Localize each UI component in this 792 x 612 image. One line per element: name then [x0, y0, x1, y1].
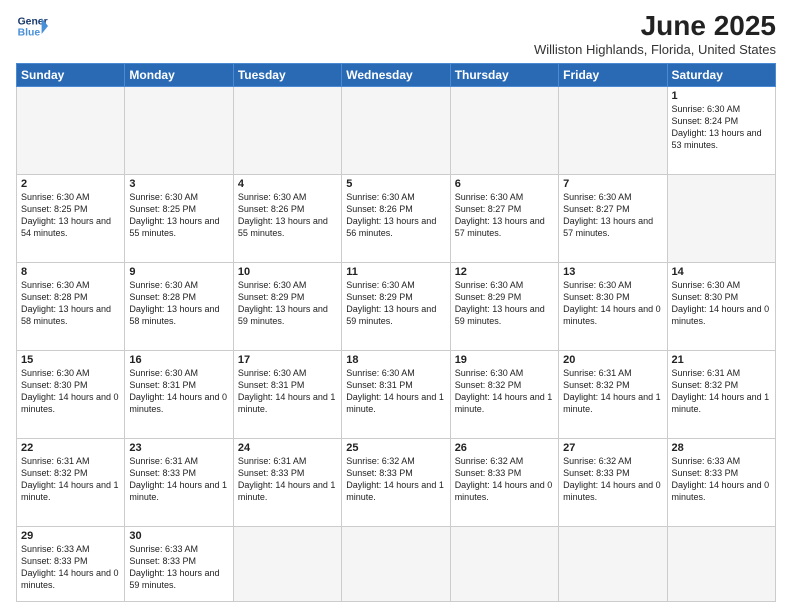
day-9: 9 Sunrise: 6:30 AMSunset: 8:28 PMDayligh…: [125, 262, 233, 350]
day-14: 14 Sunrise: 6:30 AMSunset: 8:30 PMDaylig…: [667, 262, 775, 350]
day-27: 27 Sunrise: 6:32 AMSunset: 8:33 PMDaylig…: [559, 438, 667, 526]
logo: General Blue: [16, 10, 48, 42]
day-16: 16 Sunrise: 6:30 AMSunset: 8:31 PMDaylig…: [125, 350, 233, 438]
header-sunday: Sunday: [17, 64, 125, 87]
day-1: 1 Sunrise: 6:30 AMSunset: 8:24 PMDayligh…: [667, 87, 775, 175]
days-header-row: Sunday Monday Tuesday Wednesday Thursday…: [17, 64, 776, 87]
day-15: 15 Sunrise: 6:30 AMSunset: 8:30 PMDaylig…: [17, 350, 125, 438]
title-block: June 2025 Williston Highlands, Florida, …: [534, 10, 776, 57]
week-row-6: 29 Sunrise: 6:33 AMSunset: 8:33 PMDaylig…: [17, 526, 776, 601]
day-23: 23 Sunrise: 6:31 AMSunset: 8:33 PMDaylig…: [125, 438, 233, 526]
week-row-4: 15 Sunrise: 6:30 AMSunset: 8:30 PMDaylig…: [17, 350, 776, 438]
empty-cell: [233, 87, 341, 175]
empty-cell: [125, 87, 233, 175]
header-saturday: Saturday: [667, 64, 775, 87]
day-24: 24 Sunrise: 6:31 AMSunset: 8:33 PMDaylig…: [233, 438, 341, 526]
header-tuesday: Tuesday: [233, 64, 341, 87]
day-5: 5 Sunrise: 6:30 AMSunset: 8:26 PMDayligh…: [342, 174, 450, 262]
empty-cell: [667, 526, 775, 601]
day-30: 30 Sunrise: 6:33 AMSunset: 8:33 PMDaylig…: [125, 526, 233, 601]
day-7: 7 Sunrise: 6:30 AMSunset: 8:27 PMDayligh…: [559, 174, 667, 262]
day-26: 26 Sunrise: 6:32 AMSunset: 8:33 PMDaylig…: [450, 438, 558, 526]
day-11: 11 Sunrise: 6:30 AMSunset: 8:29 PMDaylig…: [342, 262, 450, 350]
week-row-5: 22 Sunrise: 6:31 AMSunset: 8:32 PMDaylig…: [17, 438, 776, 526]
header: General Blue June 2025 Williston Highlan…: [16, 10, 776, 57]
empty-cell: [559, 526, 667, 601]
day-28: 28 Sunrise: 6:33 AMSunset: 8:33 PMDaylig…: [667, 438, 775, 526]
page: General Blue June 2025 Williston Highlan…: [0, 0, 792, 612]
empty-cell: [17, 87, 125, 175]
day-filler: [667, 174, 775, 262]
svg-text:Blue: Blue: [18, 28, 41, 39]
week-row-2: 2 Sunrise: 6:30 AMSunset: 8:25 PMDayligh…: [17, 174, 776, 262]
day-22: 22 Sunrise: 6:31 AMSunset: 8:32 PMDaylig…: [17, 438, 125, 526]
day-25: 25 Sunrise: 6:32 AMSunset: 8:33 PMDaylig…: [342, 438, 450, 526]
day-21: 21 Sunrise: 6:31 AMSunset: 8:32 PMDaylig…: [667, 350, 775, 438]
header-thursday: Thursday: [450, 64, 558, 87]
day-4: 4 Sunrise: 6:30 AMSunset: 8:26 PMDayligh…: [233, 174, 341, 262]
day-3: 3 Sunrise: 6:30 AMSunset: 8:25 PMDayligh…: [125, 174, 233, 262]
day-13: 13 Sunrise: 6:30 AMSunset: 8:30 PMDaylig…: [559, 262, 667, 350]
header-wednesday: Wednesday: [342, 64, 450, 87]
calendar-table: Sunday Monday Tuesday Wednesday Thursday…: [16, 63, 776, 602]
logo-icon: General Blue: [16, 10, 48, 42]
location-title: Williston Highlands, Florida, United Sta…: [534, 42, 776, 57]
week-row-3: 8 Sunrise: 6:30 AMSunset: 8:28 PMDayligh…: [17, 262, 776, 350]
day-8: 8 Sunrise: 6:30 AMSunset: 8:28 PMDayligh…: [17, 262, 125, 350]
day-20: 20 Sunrise: 6:31 AMSunset: 8:32 PMDaylig…: [559, 350, 667, 438]
empty-cell: [342, 526, 450, 601]
day-19: 19 Sunrise: 6:30 AMSunset: 8:32 PMDaylig…: [450, 350, 558, 438]
day-18: 18 Sunrise: 6:30 AMSunset: 8:31 PMDaylig…: [342, 350, 450, 438]
day-10: 10 Sunrise: 6:30 AMSunset: 8:29 PMDaylig…: [233, 262, 341, 350]
week-row-1: 1 Sunrise: 6:30 AMSunset: 8:24 PMDayligh…: [17, 87, 776, 175]
empty-cell: [450, 87, 558, 175]
empty-cell: [450, 526, 558, 601]
day-29: 29 Sunrise: 6:33 AMSunset: 8:33 PMDaylig…: [17, 526, 125, 601]
day-17: 17 Sunrise: 6:30 AMSunset: 8:31 PMDaylig…: [233, 350, 341, 438]
month-title: June 2025: [534, 10, 776, 42]
day-6: 6 Sunrise: 6:30 AMSunset: 8:27 PMDayligh…: [450, 174, 558, 262]
empty-cell: [342, 87, 450, 175]
empty-cell: [233, 526, 341, 601]
day-12: 12 Sunrise: 6:30 AMSunset: 8:29 PMDaylig…: [450, 262, 558, 350]
header-friday: Friday: [559, 64, 667, 87]
day-2: 2 Sunrise: 6:30 AMSunset: 8:25 PMDayligh…: [17, 174, 125, 262]
empty-cell: [559, 87, 667, 175]
header-monday: Monday: [125, 64, 233, 87]
